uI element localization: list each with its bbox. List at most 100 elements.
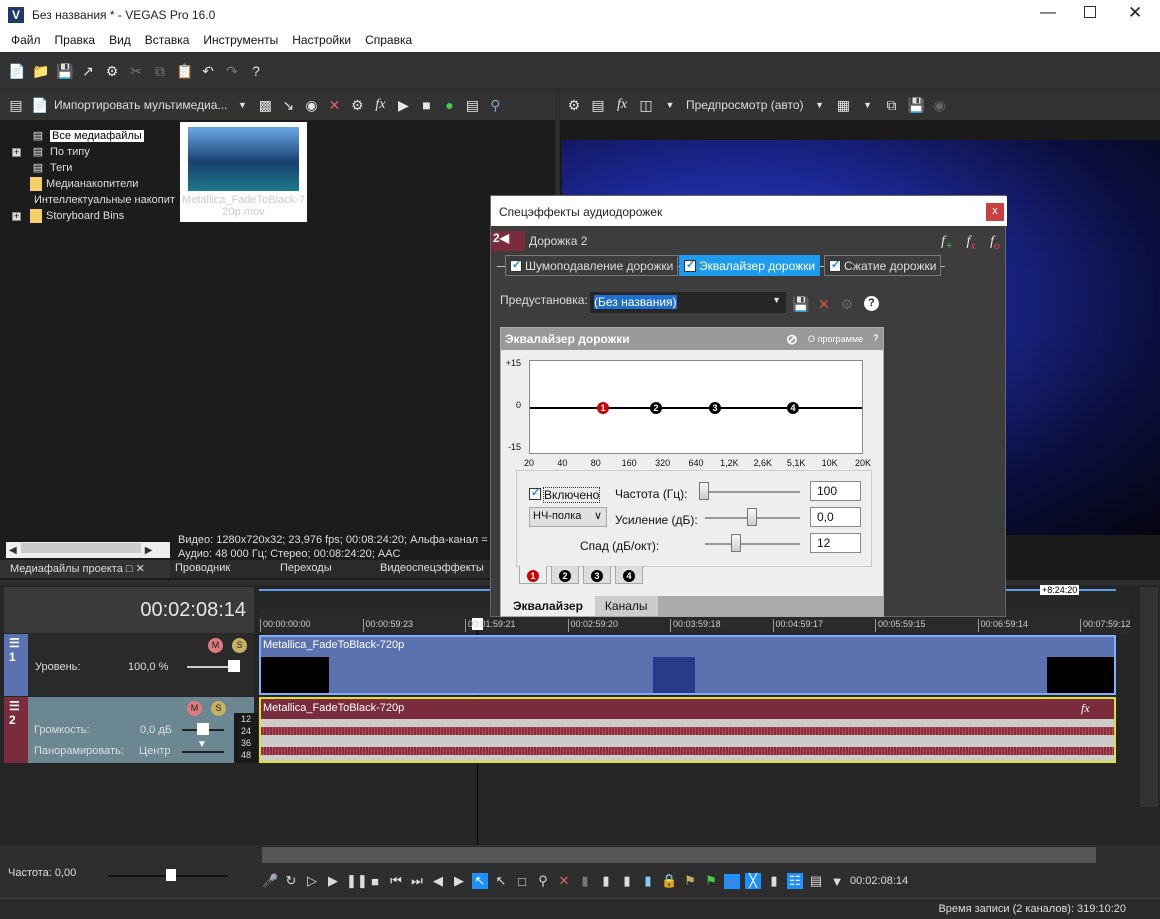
view-icon[interactable]: ▤ bbox=[464, 97, 480, 113]
search-icon[interactable]: ⚲ bbox=[487, 97, 503, 113]
checkbox[interactable] bbox=[510, 258, 522, 272]
ignore-grouping-icon[interactable]: ▤ bbox=[808, 873, 824, 889]
eq-band-point[interactable]: 2 bbox=[650, 402, 662, 414]
pause-icon[interactable]: ❚❚ bbox=[346, 873, 368, 889]
expand-icon[interactable]: + bbox=[12, 212, 21, 221]
preset-dropdown[interactable]: (Без названия) ▼ bbox=[590, 292, 786, 313]
open-folder-icon[interactable]: 📁 bbox=[32, 63, 49, 79]
menu-edit[interactable]: Правка bbox=[48, 30, 103, 52]
preview-quality-dropdown[interactable]: Предпросмотр (авто) bbox=[686, 98, 804, 112]
dropdown-arrow-icon[interactable]: ▼ bbox=[860, 97, 876, 113]
tree-item-all-media[interactable]: ▤ Все медиафайлы bbox=[30, 128, 175, 144]
audio-meter-icon[interactable]: ◉ bbox=[932, 97, 948, 113]
tree-scrollbar[interactable]: ◀ ▶ bbox=[6, 542, 170, 558]
paste-icon[interactable]: 📋 bbox=[176, 63, 193, 79]
tab-channels[interactable]: Каналы bbox=[594, 596, 658, 616]
envelope-tool-icon[interactable]: ↖ bbox=[493, 873, 509, 889]
tab-transitions[interactable]: Переходы bbox=[275, 560, 375, 578]
minimize-button[interactable]: — bbox=[1040, 4, 1056, 22]
new-file-icon[interactable]: 📄 bbox=[8, 63, 25, 79]
save-icon[interactable]: 💾 bbox=[56, 63, 73, 79]
import-media-button[interactable]: Импортировать мультимедиа... bbox=[54, 98, 227, 112]
cursor-icon[interactable]: ▼ bbox=[829, 874, 845, 889]
help-pointer-icon[interactable]: ? bbox=[248, 63, 264, 79]
snapping-icon[interactable]: ∩ bbox=[724, 873, 740, 889]
auto-preview-icon[interactable]: ● bbox=[441, 97, 457, 113]
tab-explorer[interactable]: Проводник bbox=[170, 560, 275, 578]
band-tab[interactable]: 4 bbox=[615, 566, 643, 584]
redo-icon[interactable]: ↷ bbox=[224, 63, 240, 79]
get-media-icon[interactable]: ↘ bbox=[280, 97, 296, 113]
marker-icon[interactable]: ⚑ bbox=[682, 873, 698, 889]
audio-track-header[interactable]: ☰ 2 M S Громкость: 0,0 дБ Панорамировать:… bbox=[4, 697, 254, 763]
track-menu-icon[interactable]: ☰ bbox=[9, 699, 20, 713]
freq-input[interactable]: 100 bbox=[810, 481, 861, 501]
play-from-start-icon[interactable]: ▷ bbox=[304, 873, 320, 889]
go-end-icon[interactable]: ⏭ bbox=[409, 873, 425, 889]
disc-icon[interactable]: ◉ bbox=[303, 97, 319, 113]
band-tab[interactable]: 1 bbox=[519, 566, 547, 584]
chain-compressor[interactable]: Сжатие дорожки bbox=[824, 255, 942, 276]
level-slider[interactable] bbox=[187, 666, 232, 668]
clip-fx-icon[interactable]: fx bbox=[1081, 701, 1090, 716]
slope-slider[interactable] bbox=[705, 543, 800, 545]
chain-noise-reduction[interactable]: Шумоподавление дорожки bbox=[505, 255, 679, 276]
playback-rate-thumb[interactable] bbox=[166, 869, 176, 881]
menu-tools[interactable]: Инструменты bbox=[196, 30, 285, 52]
eq-graph[interactable]: 1 2 3 4 bbox=[529, 360, 863, 454]
vertical-scrollbar[interactable] bbox=[1140, 587, 1158, 807]
eq-band-point[interactable]: 4 bbox=[787, 402, 799, 414]
enabled-label[interactable]: Включено bbox=[543, 487, 601, 503]
video-clip[interactable]: Metallica_FadeToBlack-720p bbox=[259, 635, 1116, 695]
pan-slider-thumb[interactable]: ▼ bbox=[197, 739, 207, 750]
help-icon[interactable]: ? bbox=[864, 296, 879, 311]
pan-slider[interactable] bbox=[182, 751, 224, 753]
dropdown-arrow-icon[interactable]: ▼ bbox=[662, 97, 678, 113]
play-icon[interactable]: ▶ bbox=[395, 97, 411, 113]
copy-snapshot-icon[interactable]: ⧉ bbox=[884, 97, 900, 113]
save-snapshot-icon[interactable]: 💾 bbox=[908, 97, 925, 113]
gain-input[interactable]: 0,0 bbox=[810, 507, 861, 527]
eq-band-point[interactable]: 1 bbox=[597, 402, 609, 414]
tab-video-fx[interactable]: Видеоспецэффекты bbox=[375, 560, 489, 578]
region-icon[interactable]: ⚑ bbox=[703, 873, 719, 889]
next-frame-icon[interactable]: ▶ bbox=[451, 873, 467, 889]
play-icon[interactable]: ▶ bbox=[325, 873, 341, 889]
checkbox[interactable] bbox=[684, 258, 696, 272]
tree-item-by-type[interactable]: ▤ По типу bbox=[30, 144, 175, 160]
mute-icon[interactable]: M bbox=[187, 701, 202, 716]
stop-icon[interactable]: ■ bbox=[418, 97, 434, 113]
undo-icon[interactable]: ↶ bbox=[200, 63, 216, 79]
video-track-header[interactable]: ☰ 1 M S Уровень: 100,0 % bbox=[4, 634, 254, 696]
ripple-icon[interactable]: ▮ bbox=[766, 873, 782, 889]
horizontal-scrollbar[interactable] bbox=[262, 847, 1096, 863]
mute-icon[interactable]: M bbox=[208, 638, 223, 653]
stop-icon[interactable]: ■ bbox=[367, 874, 383, 889]
menu-help[interactable]: Справка bbox=[358, 30, 419, 52]
gear-icon[interactable]: ⚙ bbox=[566, 97, 582, 113]
about-link[interactable]: О программе bbox=[808, 334, 863, 344]
track-menu-icon[interactable]: ☰ bbox=[9, 636, 20, 650]
grid-icon[interactable]: ▦ bbox=[836, 97, 852, 113]
media-views-icon[interactable]: ▤ bbox=[8, 97, 24, 113]
capture-icon[interactable]: ▩ bbox=[257, 97, 273, 113]
normal-edit-tool-icon[interactable]: ↖ bbox=[472, 873, 488, 889]
tree-item-media-bins[interactable]: Медианакопители bbox=[30, 176, 175, 192]
import-media-icon[interactable]: 📄 bbox=[31, 97, 48, 113]
plugin-chooser-icon[interactable]: ⚙ bbox=[839, 296, 855, 312]
remove-icon[interactable]: ✕ bbox=[326, 97, 342, 113]
add-fx-icon[interactable]: f+ bbox=[939, 234, 955, 252]
gain-slider-thumb[interactable] bbox=[747, 508, 757, 526]
prev-frame-icon[interactable]: ◀ bbox=[430, 873, 446, 889]
lock-icon[interactable]: 🔒 bbox=[661, 873, 677, 889]
level-slider-thumb[interactable] bbox=[228, 660, 240, 672]
filter-type-dropdown[interactable]: НЧ-полка ∨ bbox=[529, 507, 607, 527]
checkbox[interactable] bbox=[829, 258, 841, 272]
tree-item-smart-bins[interactable]: Интеллектуальные накопители bbox=[30, 192, 175, 208]
expand-icon[interactable]: + bbox=[12, 148, 21, 157]
freq-slider[interactable] bbox=[700, 491, 800, 493]
slope-slider-thumb[interactable] bbox=[731, 534, 741, 552]
trim-icon[interactable]: ▮ bbox=[577, 873, 593, 889]
chain-equalizer[interactable]: Эквалайзер дорожки bbox=[679, 255, 821, 276]
cut-icon[interactable]: ✂ bbox=[128, 63, 144, 79]
